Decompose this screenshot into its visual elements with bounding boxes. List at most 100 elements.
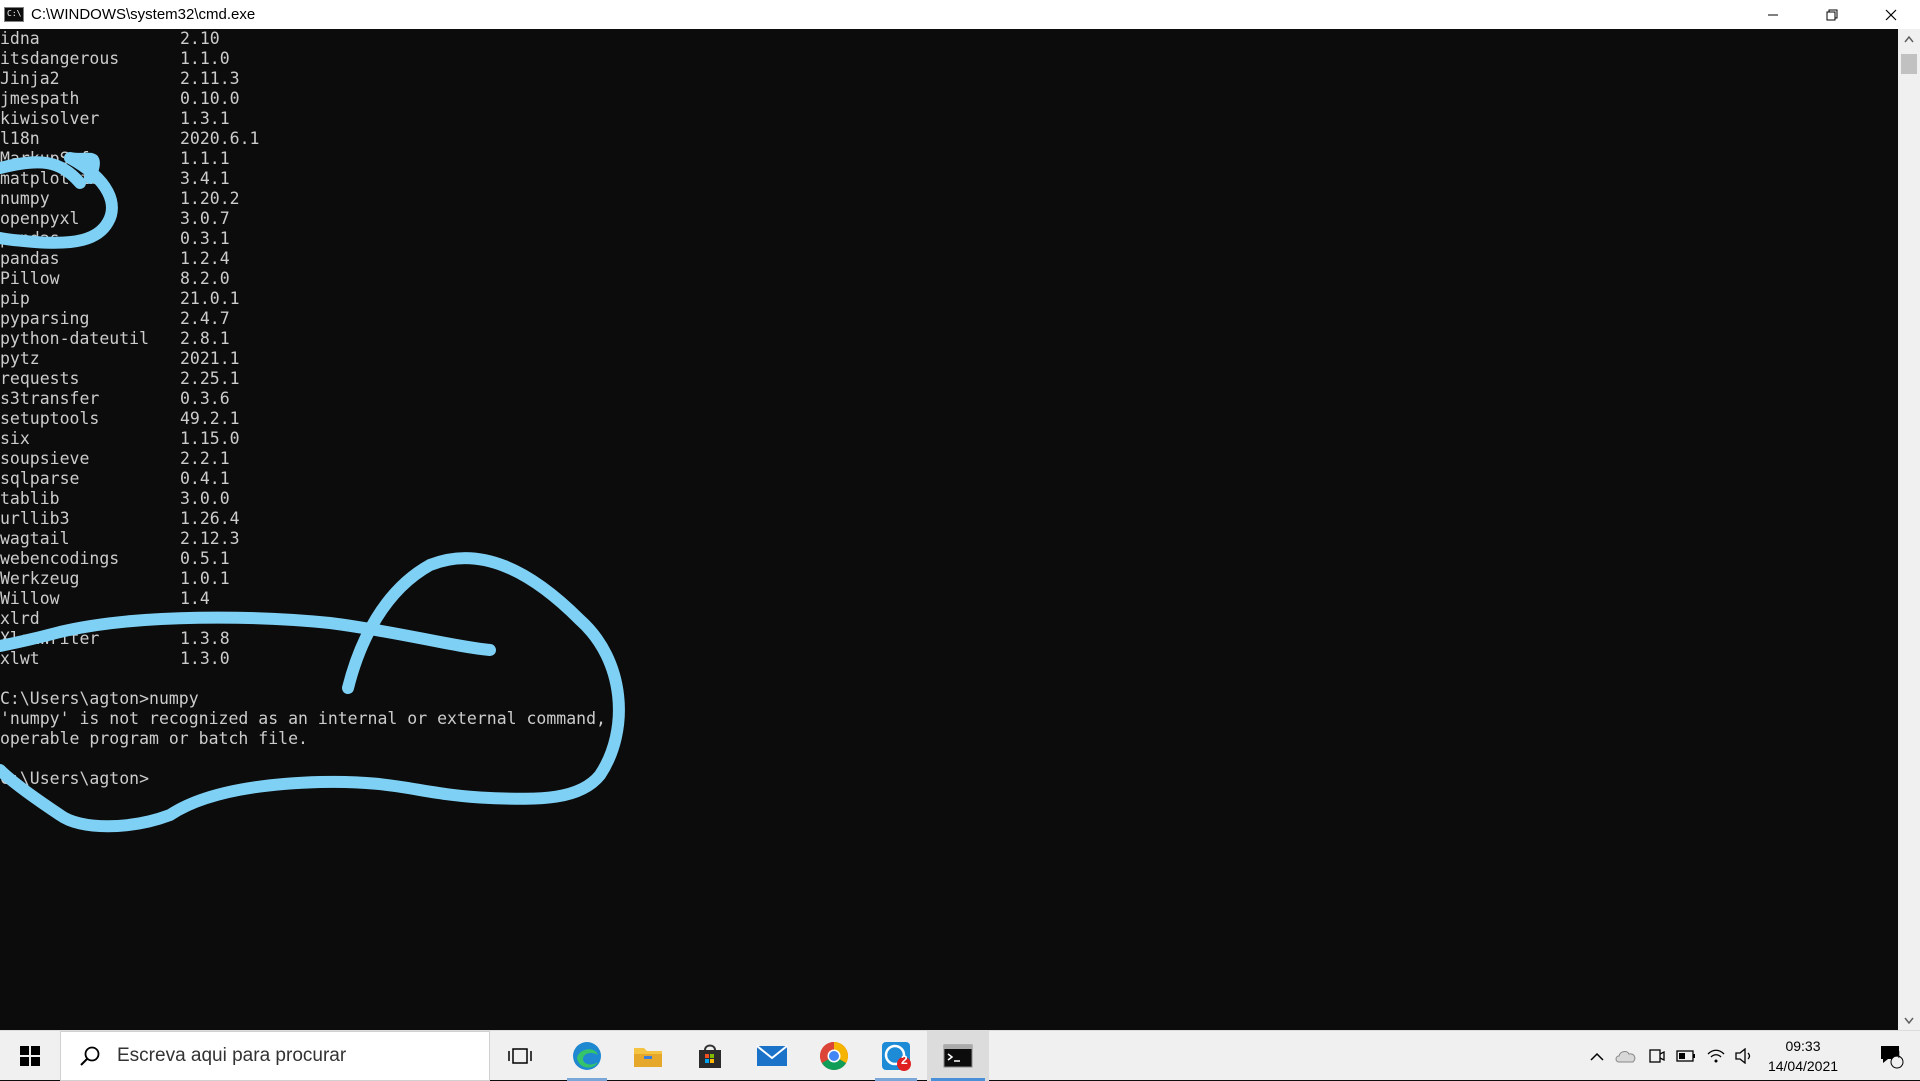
onedrive-tray-button[interactable]: [1613, 1031, 1639, 1081]
search-icon: [80, 1046, 100, 1066]
window-title: C:\WINDOWS\system32\cmd.exe: [31, 6, 256, 23]
package-version: 21.0.1: [180, 289, 240, 308]
task-view-icon: [508, 1048, 532, 1064]
package-name: openpyxl: [0, 209, 80, 228]
scroll-up-arrow-icon[interactable]: [1898, 29, 1920, 49]
chrome-button[interactable]: [803, 1031, 865, 1081]
package-line: webencodings 0.5.1: [0, 549, 1898, 569]
package-line: kiwisolver 1.3.1: [0, 109, 1898, 129]
show-hidden-icons-button[interactable]: [1585, 1031, 1609, 1081]
package-version: 2.8.1: [180, 329, 230, 348]
minimize-button[interactable]: [1743, 0, 1802, 29]
console-output[interactable]: idna 2.10 itsdangerous 1.1.0 Jinja2 2.11.3 jme…: [0, 29, 1898, 1030]
package-line: Willow 1.4: [0, 589, 1898, 609]
package-name: pandas: [0, 249, 60, 268]
package-line: pandas 0.3.1: [0, 229, 1898, 249]
taskbar: Escreva aqui para procurar 2 09:33 14/04…: [0, 1030, 1920, 1081]
edge-icon: [573, 1042, 601, 1070]
store-icon: [699, 1044, 721, 1068]
package-line: s3transfer 0.3.6: [0, 389, 1898, 409]
package-version: 3.4.1: [180, 169, 230, 188]
package-name: sqlparse: [0, 469, 80, 488]
clock[interactable]: 09:33 14/04/2021: [1763, 1031, 1843, 1081]
cmd-icon: C:\: [4, 7, 24, 22]
vertical-scrollbar[interactable]: [1898, 29, 1920, 1030]
battery-tray-button[interactable]: [1673, 1031, 1699, 1081]
scroll-down-arrow-icon[interactable]: [1898, 1010, 1920, 1030]
package-version: 1.1.1: [180, 149, 230, 168]
package-name: wagtail: [0, 529, 70, 548]
package-name: kiwisolver: [0, 109, 100, 128]
package-name: pandas: [0, 229, 60, 248]
file-explorer-button[interactable]: [617, 1031, 679, 1081]
package-name: Werkzeug: [0, 569, 80, 588]
package-version: 1.0.1: [180, 569, 230, 588]
package-line: sqlparse 0.4.1: [0, 469, 1898, 489]
close-button[interactable]: [1861, 0, 1920, 29]
task-view-button[interactable]: [496, 1031, 544, 1081]
whatsapp-badge: 2: [901, 1053, 908, 1067]
package-line: numpy 1.20.2: [0, 189, 1898, 209]
action-center-button[interactable]: 4: [1866, 1031, 1916, 1081]
package-version: 3.0.7: [180, 209, 230, 228]
package-name: s3transfer: [0, 389, 100, 408]
package-line: six 1.15.0: [0, 429, 1898, 449]
package-name: setuptools: [0, 409, 100, 428]
package-version: 2.25.1: [180, 369, 240, 388]
package-line: MarkupSafe 1.1.1: [0, 149, 1898, 169]
start-button[interactable]: [0, 1031, 60, 1081]
volume-tray-button[interactable]: [1731, 1031, 1757, 1081]
package-name: xlrd: [0, 609, 40, 628]
package-line: jmespath 0.10.0: [0, 89, 1898, 109]
store-button[interactable]: [679, 1031, 741, 1081]
package-version: 0.3.6: [180, 389, 230, 408]
meet-now-tray-button[interactable]: [1643, 1031, 1669, 1081]
windows-start-icon: [20, 1046, 40, 1066]
close-icon: [1885, 9, 1896, 20]
console-line: operable program or batch file.: [0, 729, 308, 748]
whatsapp-button[interactable]: 2: [865, 1031, 927, 1081]
meet-now-icon: [1649, 1049, 1665, 1063]
package-name: xlwt: [0, 649, 40, 668]
package-line: itsdangerous 1.1.0: [0, 49, 1898, 69]
package-name: Pillow: [0, 269, 60, 288]
package-name: XlsxWriter: [0, 629, 100, 648]
title-bar[interactable]: C:\ C:\WINDOWS\system32\cmd.exe: [0, 0, 1920, 29]
package-line: urllib3 1.26.4: [0, 509, 1898, 529]
cmd-taskbar-button[interactable]: [927, 1031, 989, 1081]
package-line: requests 2.25.1: [0, 369, 1898, 389]
package-version: 0.10.0: [180, 89, 240, 108]
package-line: pyparsing 2.4.7: [0, 309, 1898, 329]
package-name: Jinja2: [0, 69, 60, 88]
search-input[interactable]: Escreva aqui para procurar: [60, 1031, 490, 1081]
package-name: python-dateutil: [0, 329, 150, 348]
edge-button[interactable]: [557, 1031, 617, 1081]
package-version: 1.2.4: [180, 249, 230, 268]
package-version: 1.3.8: [180, 629, 230, 648]
console-line: C:\Users\agton>numpy: [0, 689, 199, 708]
package-name: webencodings: [0, 549, 120, 568]
restore-button[interactable]: [1802, 0, 1861, 29]
package-version: 1.20.2: [180, 189, 240, 208]
network-tray-button[interactable]: [1703, 1031, 1729, 1081]
package-line: xlrd: [0, 609, 1898, 629]
package-name: itsdangerous: [0, 49, 120, 68]
package-version: 0.3.1: [180, 229, 230, 248]
package-line: Werkzeug 1.0.1: [0, 569, 1898, 589]
mail-button[interactable]: [741, 1031, 803, 1081]
package-version: 2.10: [180, 29, 220, 48]
scrollbar-thumb[interactable]: [1901, 54, 1917, 74]
package-line: l18n 2020.6.1: [0, 129, 1898, 149]
package-line: Jinja2 2.11.3: [0, 69, 1898, 89]
package-version: 0.4.1: [180, 469, 230, 488]
package-version: 1.26.4: [180, 509, 240, 528]
console-line: 'numpy' is not recognized as an internal…: [0, 709, 606, 728]
package-line: soupsieve 2.2.1: [0, 449, 1898, 469]
speaker-icon: [1735, 1048, 1751, 1064]
package-version: 2020.6.1: [180, 129, 260, 148]
package-version: 2.12.3: [180, 529, 240, 548]
package-version: 8.2.0: [180, 269, 230, 288]
chevron-up-icon: [1590, 1052, 1604, 1061]
